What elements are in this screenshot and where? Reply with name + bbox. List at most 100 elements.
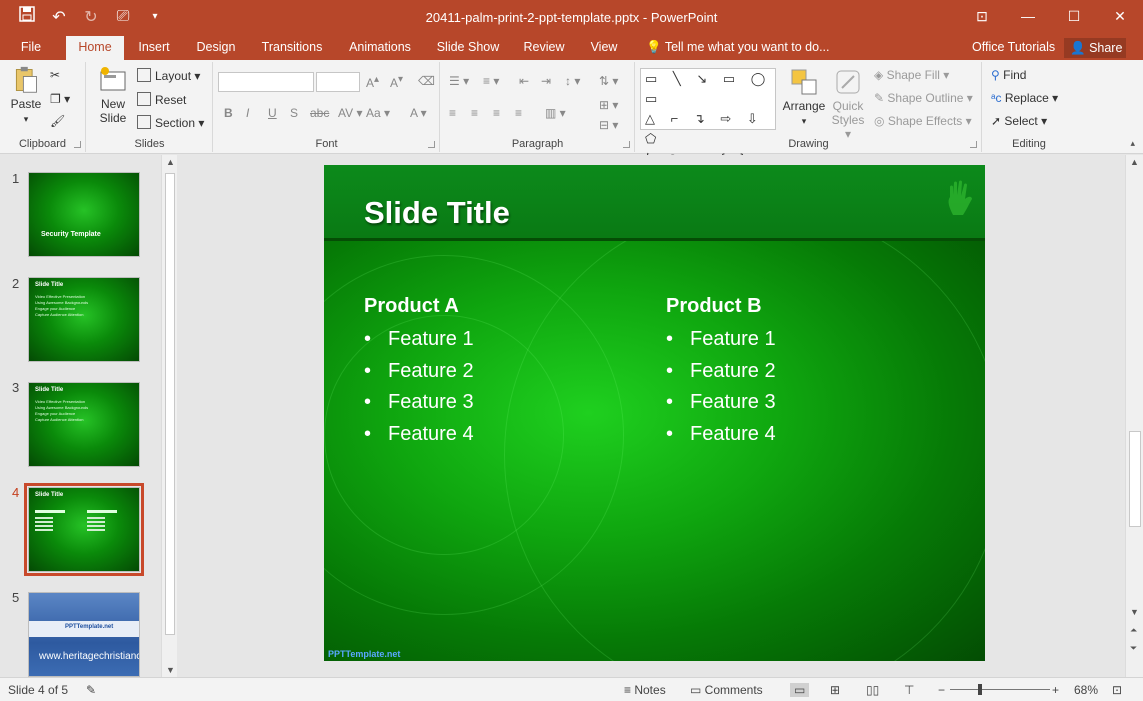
font-name-dropdown[interactable] <box>218 72 314 92</box>
section-button[interactable]: Section ▾ <box>137 115 204 130</box>
slide-thumbnail-2[interactable]: Slide Title Video Effective Presentation… <box>28 277 140 362</box>
scroll-down-icon[interactable]: ▼ <box>1130 607 1139 617</box>
new-slide-button[interactable]: New Slide <box>93 66 133 125</box>
zoom-slider-thumb[interactable] <box>978 684 982 695</box>
decrease-font-icon[interactable]: A▾ <box>390 74 403 90</box>
minimize-icon[interactable]: — <box>1005 0 1051 32</box>
font-color-icon[interactable]: A ▾ <box>410 106 427 120</box>
title-bar: ↶ ↻ ⎚ ▾ 20411-palm-print-2-ppt-template.… <box>0 0 1143 36</box>
share-button[interactable]: 👤 Share <box>1064 38 1126 58</box>
italic-icon[interactable]: I <box>246 106 249 120</box>
align-left-icon[interactable]: ≡ <box>449 106 456 120</box>
scroll-up-icon[interactable]: ▲ <box>1130 157 1139 167</box>
char-spacing-icon[interactable]: AV ▾ <box>338 106 362 120</box>
paragraph-launcher-icon[interactable] <box>623 141 630 148</box>
tab-home[interactable]: Home <box>66 36 124 60</box>
underline-icon[interactable]: U <box>268 106 277 120</box>
format-painter-icon[interactable]: 🖌 <box>50 114 65 128</box>
font-size-dropdown[interactable] <box>316 72 360 92</box>
slide-scrollbar[interactable]: ▲ ▼ ⏶ ⏷ <box>1125 155 1143 677</box>
office-tutorials-link[interactable]: Office Tutorials <box>972 36 1055 58</box>
zoom-slider[interactable] <box>950 689 1050 690</box>
bullets-icon[interactable]: ☰ ▾ <box>449 74 469 88</box>
increase-indent-icon[interactable]: ⇥ <box>541 74 551 88</box>
decrease-indent-icon[interactable]: ⇤ <box>519 74 529 88</box>
align-right-icon[interactable]: ≡ <box>493 106 500 120</box>
notes-button[interactable]: ≡ Notes <box>624 683 666 697</box>
shape-effects-button[interactable]: ◎ Shape Effects ▾ <box>874 114 972 128</box>
arrange-button[interactable]: Arrange ▾ <box>782 68 826 127</box>
tab-insert[interactable]: Insert <box>130 36 178 60</box>
close-icon[interactable]: ✕ <box>1097 0 1143 32</box>
drawing-launcher-icon[interactable] <box>970 141 977 148</box>
thumbnail-scrollbar[interactable]: ▲ ▼ <box>161 155 177 677</box>
product-b-column[interactable]: Product B Feature 1 Feature 2 Feature 3 … <box>666 295 776 450</box>
maximize-icon[interactable]: ☐ <box>1051 0 1097 32</box>
slide-thumbnail-3[interactable]: Slide Title Video Effective Presentation… <box>28 382 140 467</box>
increase-font-icon[interactable]: A▴ <box>366 74 379 90</box>
tab-design[interactable]: Design <box>190 36 242 60</box>
tab-file[interactable]: File <box>10 36 52 60</box>
columns-icon[interactable]: ▥ ▾ <box>545 106 566 120</box>
tab-transitions[interactable]: Transitions <box>255 36 329 60</box>
replace-button[interactable]: ᵃc Replace ▾ <box>991 91 1058 105</box>
tell-me-box[interactable]: 💡 Tell me what you want to do... <box>646 36 830 58</box>
reading-view-icon[interactable]: ▯▯ <box>866 683 879 697</box>
slide-thumbnail-1[interactable]: Security Template <box>28 172 140 257</box>
clipboard-launcher-icon[interactable] <box>74 141 81 148</box>
slide-thumbnail-4[interactable]: Slide Title <box>24 483 144 576</box>
text-direction-icon[interactable]: ⇅ ▾ <box>599 74 618 88</box>
scrollbar-thumb[interactable] <box>165 173 175 635</box>
shadow-icon[interactable]: S <box>290 106 298 120</box>
spell-check-icon[interactable]: ✎ <box>86 683 96 697</box>
font-launcher-icon[interactable] <box>428 141 435 148</box>
product-a-column[interactable]: Product A Feature 1 Feature 2 Feature 3 … <box>364 295 474 450</box>
smartart-icon[interactable]: ⊟ ▾ <box>599 118 618 132</box>
justify-icon[interactable]: ≡ <box>515 106 522 120</box>
ribbon-display-icon[interactable]: ⊡ <box>959 0 1005 32</box>
change-case-icon[interactable]: Aa ▾ <box>366 106 390 120</box>
line-spacing-icon[interactable]: ↕ ▾ <box>565 74 580 88</box>
pptemplate-link[interactable]: PPTTemplate.net <box>328 649 400 659</box>
align-text-icon[interactable]: ⊞ ▾ <box>599 98 618 112</box>
previous-slide-icon[interactable]: ⏶ <box>1130 625 1137 636</box>
select-button[interactable]: ➚ Select ▾ <box>991 114 1047 128</box>
slide-sorter-icon[interactable]: ⊞ <box>830 683 840 697</box>
tab-view[interactable]: View <box>583 36 625 60</box>
zoom-out-icon[interactable]: − <box>938 683 945 697</box>
shapes-gallery[interactable]: ▭ ╲ ↘ ▭ ◯ ▭△ ⌐ ↴ ⇨ ⇩ ⬠⌇ ◠ ∿ { } ☆ <box>640 68 776 186</box>
scrollbar-thumb[interactable] <box>1129 431 1141 527</box>
slide-thumbnail-5[interactable]: PPTTemplate.net www.heritagechristiancol… <box>28 592 140 677</box>
align-center-icon[interactable]: ≡ <box>471 106 478 120</box>
comments-button[interactable]: ▭ Comments <box>690 683 763 697</box>
layout-button[interactable]: Layout ▾ <box>137 68 200 83</box>
normal-view-icon[interactable]: ▭ <box>790 683 810 697</box>
tab-animations[interactable]: Animations <box>342 36 418 60</box>
slide-number: 5 <box>12 590 20 605</box>
quick-styles-button[interactable]: Quick Styles ▾ <box>828 68 868 141</box>
slide-title[interactable]: Slide Title <box>364 195 510 231</box>
fit-to-window-icon[interactable]: ⊡ <box>1112 683 1122 697</box>
tab-slide-show[interactable]: Slide Show <box>431 36 505 60</box>
paste-button[interactable]: Paste ▾ <box>6 66 46 125</box>
shape-outline-button[interactable]: ✎ Shape Outline ▾ <box>874 91 973 105</box>
bold-icon[interactable]: B <box>224 106 233 120</box>
find-button[interactable]: ⚲ Find <box>991 68 1026 82</box>
collapse-ribbon-icon[interactable]: ▴ <box>1130 138 1135 149</box>
scroll-down-icon[interactable]: ▼ <box>166 665 175 675</box>
shape-fill-button[interactable]: ◈ Shape Fill ▾ <box>874 68 949 82</box>
clear-formatting-icon[interactable]: ⌫ <box>418 74 435 88</box>
strikethrough-icon[interactable]: abc <box>310 106 329 120</box>
numbering-icon[interactable]: ≡ ▾ <box>483 74 499 88</box>
zoom-in-icon[interactable]: + <box>1052 683 1059 697</box>
tab-review[interactable]: Review <box>518 36 570 60</box>
scroll-up-icon[interactable]: ▲ <box>166 157 175 167</box>
copy-icon[interactable]: ❐ ▾ <box>50 92 70 106</box>
slideshow-view-icon[interactable]: ⊤ <box>904 683 914 697</box>
next-slide-icon[interactable]: ⏷ <box>1130 643 1137 654</box>
zoom-level[interactable]: 68% <box>1074 683 1098 697</box>
slide-canvas[interactable]: Slide Title Product A Feature 1 Feature … <box>324 165 985 661</box>
cut-icon[interactable]: ✂ <box>50 68 60 82</box>
reset-button[interactable]: Reset <box>137 92 186 107</box>
chevron-down-icon[interactable]: ▾ <box>24 114 29 124</box>
